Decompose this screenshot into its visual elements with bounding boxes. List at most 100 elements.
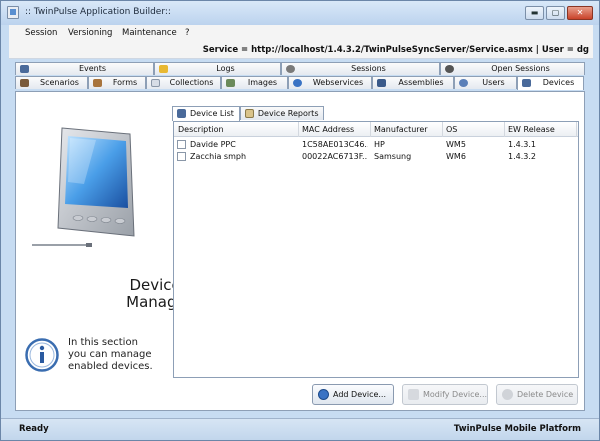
table-row[interactable]: Davide PPC 1C58AE013C46... HP WM5 1.4.3.… — [174, 139, 578, 150]
modify-device-label: Modify Device... — [423, 390, 488, 399]
cell-description: Davide PPC — [190, 140, 236, 149]
tab-collections[interactable]: Collections — [146, 76, 221, 89]
tab-users-label: Users — [482, 78, 505, 87]
tab-device-reports[interactable]: Device Reports — [239, 106, 325, 120]
col-os[interactable]: OS — [446, 125, 457, 134]
minimize-button[interactable]: ▬ — [525, 6, 544, 20]
col-mac-address[interactable]: MAC Address — [302, 125, 354, 134]
sessions-icon — [286, 65, 295, 73]
app-window: :: TwinPulse Application Builder:: ▬ ▢ ✕… — [0, 0, 600, 441]
tab-row-bottom: Scenarios Forms Collections Images Webse… — [15, 76, 584, 90]
tab-webservices-label: Webservices — [312, 78, 364, 87]
device-reports-icon — [244, 109, 254, 118]
tab-devices[interactable]: Devices — [517, 76, 584, 90]
tab-webservices[interactable]: Webservices — [288, 76, 372, 89]
title-bar: :: TwinPulse Application Builder:: ▬ ▢ ✕ — [1, 1, 599, 25]
tab-devices-label: Devices — [542, 78, 575, 87]
window-controls: ▬ ▢ ✕ — [525, 6, 593, 20]
tab-assemblies[interactable]: Assemblies — [372, 76, 454, 89]
service-info-bar: Service = http://localhost/1.4.3.2/TwinP… — [9, 41, 593, 59]
assemblies-icon — [377, 79, 386, 87]
modify-device-icon — [408, 389, 419, 400]
tab-device-reports-label: Device Reports — [257, 109, 319, 118]
add-device-button[interactable]: Add Device... — [312, 384, 394, 405]
maximize-button[interactable]: ▢ — [546, 6, 565, 20]
inner-tab-row: Device List Device Reports — [172, 106, 325, 121]
delete-device-button[interactable]: Delete Device — [496, 384, 578, 405]
menu-versioning[interactable]: Versioning — [68, 28, 112, 38]
service-url-label: Service = http://localhost/1.4.3.2/TwinP… — [202, 45, 589, 55]
collections-icon — [151, 79, 160, 87]
tab-sessions-label: Sessions — [351, 64, 386, 73]
device-list-icon — [177, 109, 186, 118]
close-button[interactable]: ✕ — [567, 6, 593, 20]
status-bar: Ready TwinPulse Mobile Platform — [1, 418, 599, 440]
delete-device-icon — [502, 389, 513, 400]
status-text: Ready — [19, 424, 49, 434]
logs-icon — [159, 65, 168, 73]
info-line-3: enabled devices. — [68, 361, 153, 372]
tab-device-list-label: Device List — [190, 109, 234, 118]
col-description[interactable]: Description — [178, 125, 224, 134]
pda-device-icon — [57, 127, 135, 237]
add-device-icon — [318, 389, 329, 400]
tab-open-sessions[interactable]: Open Sessions — [440, 62, 585, 75]
users-icon — [459, 79, 468, 87]
row-checkbox[interactable] — [177, 140, 186, 149]
menu-help[interactable]: ? — [185, 28, 190, 38]
tab-events[interactable]: Events — [15, 62, 154, 75]
tab-users[interactable]: Users — [454, 76, 517, 89]
images-icon — [226, 79, 235, 87]
row-checkbox[interactable] — [177, 152, 186, 161]
cell-mac: 1C58AE013C46... — [302, 140, 368, 149]
events-icon — [20, 65, 29, 73]
cell-mac: 00022AC6713F... — [302, 152, 368, 161]
tab-images[interactable]: Images — [221, 76, 288, 89]
scenarios-icon — [20, 79, 29, 87]
open-sessions-icon — [445, 65, 454, 73]
info-line-2: you can manage — [68, 349, 152, 360]
tab-logs-label: Logs — [216, 64, 235, 73]
cell-os: WM5 — [446, 140, 466, 149]
delete-device-label: Delete Device — [517, 390, 574, 399]
window-title: :: TwinPulse Application Builder:: — [25, 7, 171, 17]
menu-bar: Session Versioning Maintenance ? — [9, 25, 593, 41]
tab-collections-label: Collections — [169, 78, 214, 87]
tab-device-list[interactable]: Device List — [172, 106, 240, 121]
stylus-icon — [32, 243, 92, 247]
info-description: In this section you can manage enabled d… — [68, 337, 178, 373]
col-manufacturer[interactable]: Manufacturer — [374, 125, 428, 134]
app-icon — [7, 6, 19, 19]
cell-description: Zacchia smph — [190, 152, 247, 161]
tab-open-sessions-label: Open Sessions — [491, 64, 550, 73]
webservices-icon — [293, 79, 302, 87]
menu-maintenance[interactable]: Maintenance — [122, 28, 177, 38]
tab-forms-label: Forms — [112, 78, 138, 87]
info-line-1: In this section — [68, 337, 138, 348]
tab-scenarios-label: Scenarios — [40, 78, 79, 87]
cell-os: WM6 — [446, 152, 466, 161]
tab-sessions[interactable]: Sessions — [281, 62, 440, 75]
grid-header: Description MAC Address Manufacturer OS … — [174, 122, 578, 137]
modify-device-button[interactable]: Modify Device... — [402, 384, 488, 405]
tab-row-top: Events Logs Sessions Open Sessions — [15, 62, 585, 75]
info-icon — [25, 338, 59, 372]
cell-manufacturer: Samsung — [374, 152, 412, 161]
tab-scenarios[interactable]: Scenarios — [15, 76, 88, 89]
devices-tab-content: Devices Manager In this section you can … — [15, 91, 585, 411]
col-ew-release[interactable]: EW Release — [508, 125, 555, 134]
tab-assemblies-label: Assemblies — [398, 78, 444, 87]
menu-session[interactable]: Session — [25, 28, 57, 38]
platform-label: TwinPulse Mobile Platform — [453, 424, 581, 434]
tab-images-label: Images — [247, 78, 278, 87]
cell-manufacturer: HP — [374, 140, 385, 149]
devices-icon — [522, 79, 531, 87]
device-grid: Description MAC Address Manufacturer OS … — [173, 121, 579, 378]
cell-release: 1.4.3.2 — [508, 152, 536, 161]
tab-logs[interactable]: Logs — [154, 62, 281, 75]
table-row[interactable]: Zacchia smph 00022AC6713F... Samsung WM6… — [174, 151, 578, 162]
add-device-label: Add Device... — [333, 390, 387, 399]
forms-icon — [93, 79, 102, 87]
tab-forms[interactable]: Forms — [88, 76, 146, 89]
cell-release: 1.4.3.1 — [508, 140, 536, 149]
